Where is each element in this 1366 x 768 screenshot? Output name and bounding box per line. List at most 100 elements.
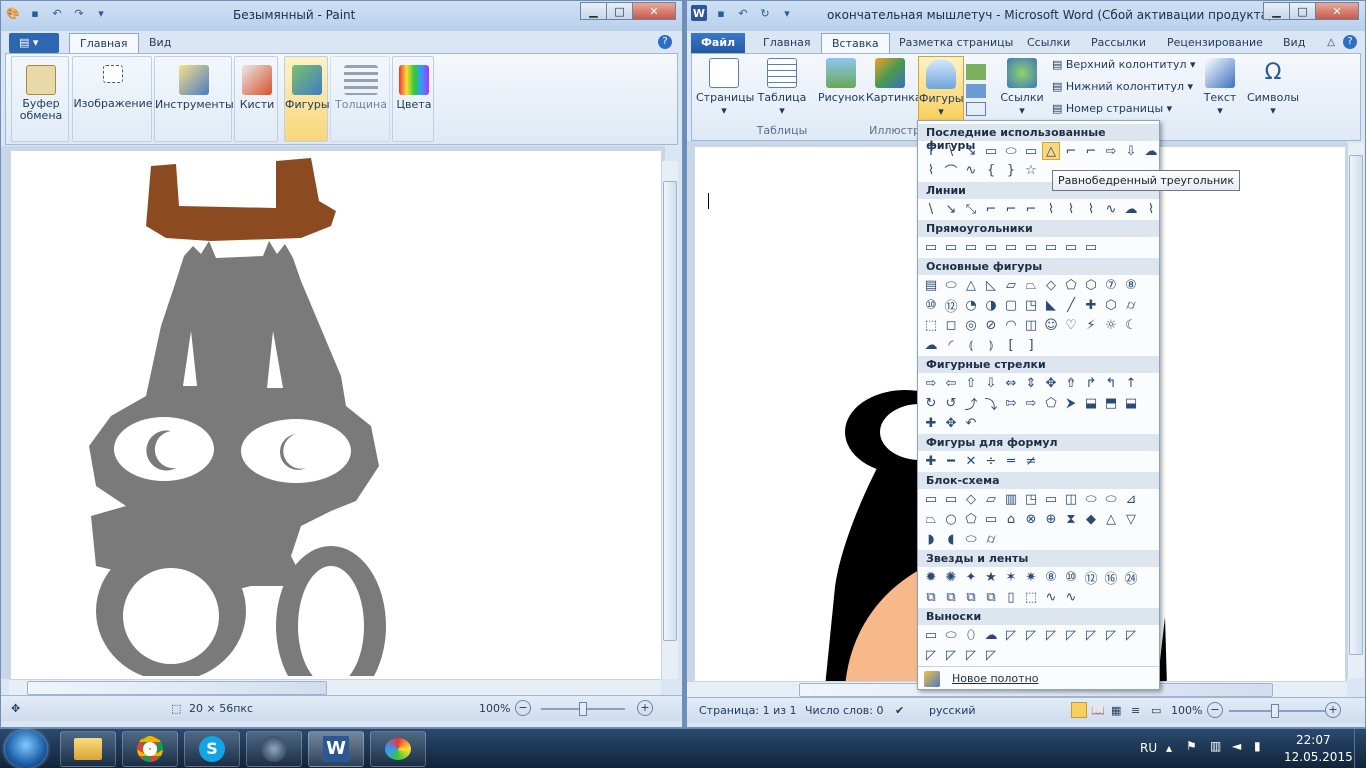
isosceles-triangle-option[interactable]: △ [1042, 142, 1060, 160]
shape-option-callouts[interactable]: ▭ [922, 626, 940, 644]
shape-option-recent2[interactable]: { [982, 161, 1000, 179]
word-vertical-scrollbar[interactable] [1347, 143, 1364, 678]
undo-icon[interactable]: ↶ [735, 5, 751, 21]
taskbar-word[interactable]: W [308, 731, 364, 767]
web-layout-icon[interactable]: ▦ [1111, 704, 1121, 717]
shape-option-banners[interactable]: ⧉ [982, 588, 1000, 606]
shape-option-callouts[interactable]: ◸ [922, 646, 940, 664]
redo-icon[interactable]: ↷ [71, 5, 87, 21]
shape-option-basic[interactable]: △ [962, 276, 980, 294]
taskbar-chrome[interactable] [122, 731, 178, 767]
action-center-icon[interactable]: ⚑ [1186, 739, 1197, 753]
shape-option-basic[interactable]: ] [1022, 336, 1040, 354]
help-icon[interactable]: ? [658, 35, 672, 49]
shape-option-callouts[interactable]: ◸ [942, 646, 960, 664]
save-icon[interactable]: ▪ [27, 5, 43, 21]
show-desktop-button[interactable] [1354, 729, 1366, 768]
text-button[interactable]: Текст ▾ [1198, 58, 1242, 117]
reading-view-icon[interactable]: 📖 [1091, 704, 1105, 717]
shape-option-flow[interactable]: ◳ [1022, 490, 1040, 508]
help-icon[interactable]: ? [1343, 35, 1357, 49]
shape-option-arrows[interactable]: ↺ [942, 394, 960, 412]
shape-option-arrows[interactable]: ⇦ [942, 374, 960, 392]
shape-option-banners[interactable]: ⧉ [922, 588, 940, 606]
shape-option-eq[interactable]: ✕ [962, 452, 980, 470]
shape-option-stars[interactable]: ✷ [1022, 568, 1040, 586]
shape-option-basic[interactable]: ▢ [1002, 296, 1020, 314]
shape-option-rects[interactable]: ▭ [1042, 238, 1060, 256]
shape-option-banners[interactable]: ⧉ [942, 588, 960, 606]
paint-app-icon[interactable]: 🎨 [5, 5, 21, 21]
page-indicator[interactable]: Страница: 1 из 1 [699, 704, 797, 717]
shape-option-basic[interactable]: ⏢ [1022, 276, 1040, 294]
shape-option-flow[interactable]: ▱ [982, 490, 1000, 508]
footer-button[interactable]: ▤ Нижний колонтитул ▾ [1052, 80, 1193, 93]
word-app-icon[interactable]: W [691, 5, 707, 21]
paint-vertical-scrollbar[interactable] [661, 161, 678, 679]
tab-mailings[interactable]: Рассылки [1081, 33, 1156, 53]
shape-option-basic[interactable]: [ [1002, 336, 1020, 354]
smartart-icon[interactable] [966, 64, 986, 80]
shape-option-banners[interactable]: ⧉ [962, 588, 980, 606]
shape-option-eq[interactable]: ÷ [982, 452, 1000, 470]
battery-icon[interactable]: ▮ [1254, 739, 1261, 753]
pages-button[interactable]: Страницы ▾ [696, 58, 754, 117]
shape-option-eq[interactable]: ═ [1002, 452, 1020, 470]
shape-option-arrows[interactable]: ↻ [922, 394, 940, 412]
shape-option-flow[interactable]: ⬠ [962, 510, 980, 528]
brushes-group[interactable]: Кисти [234, 56, 278, 142]
shape-option-rects[interactable]: ▭ [1082, 238, 1100, 256]
shape-option-flow[interactable]: ▥ [1002, 490, 1020, 508]
shape-option-lines[interactable]: ↘ [942, 200, 960, 218]
header-button[interactable]: ▤ Верхний колонтитул ▾ [1052, 58, 1196, 71]
screenshot-icon[interactable] [966, 102, 986, 116]
shape-option-flow[interactable]: △ [1102, 510, 1120, 528]
shape-option-eq[interactable]: ≠ [1022, 452, 1040, 470]
shape-option-rects[interactable]: ▭ [1002, 238, 1020, 256]
clipart-button[interactable]: Картинка [866, 58, 922, 104]
shape-option-basic[interactable]: ◠ [1002, 316, 1020, 334]
shape-option-arrows[interactable]: ⇧ [962, 374, 980, 392]
shape-option-basic[interactable]: ⌭ [1122, 296, 1140, 314]
shape-option-flow[interactable]: ◆ [1082, 510, 1100, 528]
shape-option-basic[interactable]: ⦆ [982, 336, 1000, 354]
shape-option-arrows[interactable]: ⇔ [1002, 374, 1020, 392]
shape-option-eq[interactable]: ✚ [922, 452, 940, 470]
shape-option-arrows[interactable]: ⬓ [1122, 394, 1140, 412]
shape-option-lines[interactable]: ⤡ [962, 200, 980, 218]
shape-option-recent1[interactable]: ☁ [1142, 142, 1160, 160]
shape-option-recent1[interactable]: ⇩ [1122, 142, 1140, 160]
shape-option-callouts[interactable]: ◸ [1102, 626, 1120, 644]
shape-option-recent1[interactable]: ↘ [962, 142, 980, 160]
network-icon[interactable]: ▥ [1210, 739, 1221, 753]
shape-option-eq[interactable]: ━ [942, 452, 960, 470]
maximize-button[interactable]: □ [606, 2, 633, 20]
shape-option-stars[interactable]: ✦ [962, 568, 980, 586]
paint-horizontal-scrollbar[interactable] [9, 679, 661, 696]
zoom-out-button[interactable]: − [1207, 702, 1223, 718]
shape-option-arrows[interactable]: ⮞ [1062, 394, 1080, 412]
shape-option-arrows[interactable]: ✚ [922, 414, 940, 432]
draft-view-icon[interactable]: ▭ [1151, 704, 1161, 717]
shape-option-flow[interactable]: ⬭ [962, 530, 980, 548]
shape-option-stars[interactable]: ★ [982, 568, 1000, 586]
shape-option-basic[interactable]: ⬭ [942, 276, 960, 294]
shape-option-flow[interactable]: ▭ [982, 510, 1000, 528]
shape-option-recent1[interactable]: ⇨ [1102, 142, 1120, 160]
shape-option-callouts[interactable]: ◸ [1002, 626, 1020, 644]
shape-option-basic[interactable]: ☼ [1102, 316, 1120, 334]
shape-option-arrows[interactable]: ↰ [1102, 374, 1120, 392]
tab-references[interactable]: Ссылки [1017, 33, 1080, 53]
tab-review[interactable]: Рецензирование [1157, 33, 1273, 53]
taskbar-paint[interactable] [370, 731, 426, 767]
shape-option-recent1[interactable]: ▭ [982, 142, 1000, 160]
language-indicator[interactable]: RU [1140, 741, 1157, 755]
outline-view-icon[interactable]: ≡ [1131, 704, 1140, 717]
tools-group[interactable]: Инструменты [154, 56, 234, 142]
shapes-group[interactable]: Фигуры [284, 56, 330, 142]
shape-option-flow[interactable]: ⧗ [1062, 510, 1080, 528]
shape-option-recent1[interactable]: \ [942, 142, 960, 160]
shape-option-rects[interactable]: ▭ [1062, 238, 1080, 256]
shape-option-basic[interactable]: ⑦ [1102, 276, 1120, 294]
clipboard-group[interactable]: Буфер обмена [11, 56, 69, 142]
